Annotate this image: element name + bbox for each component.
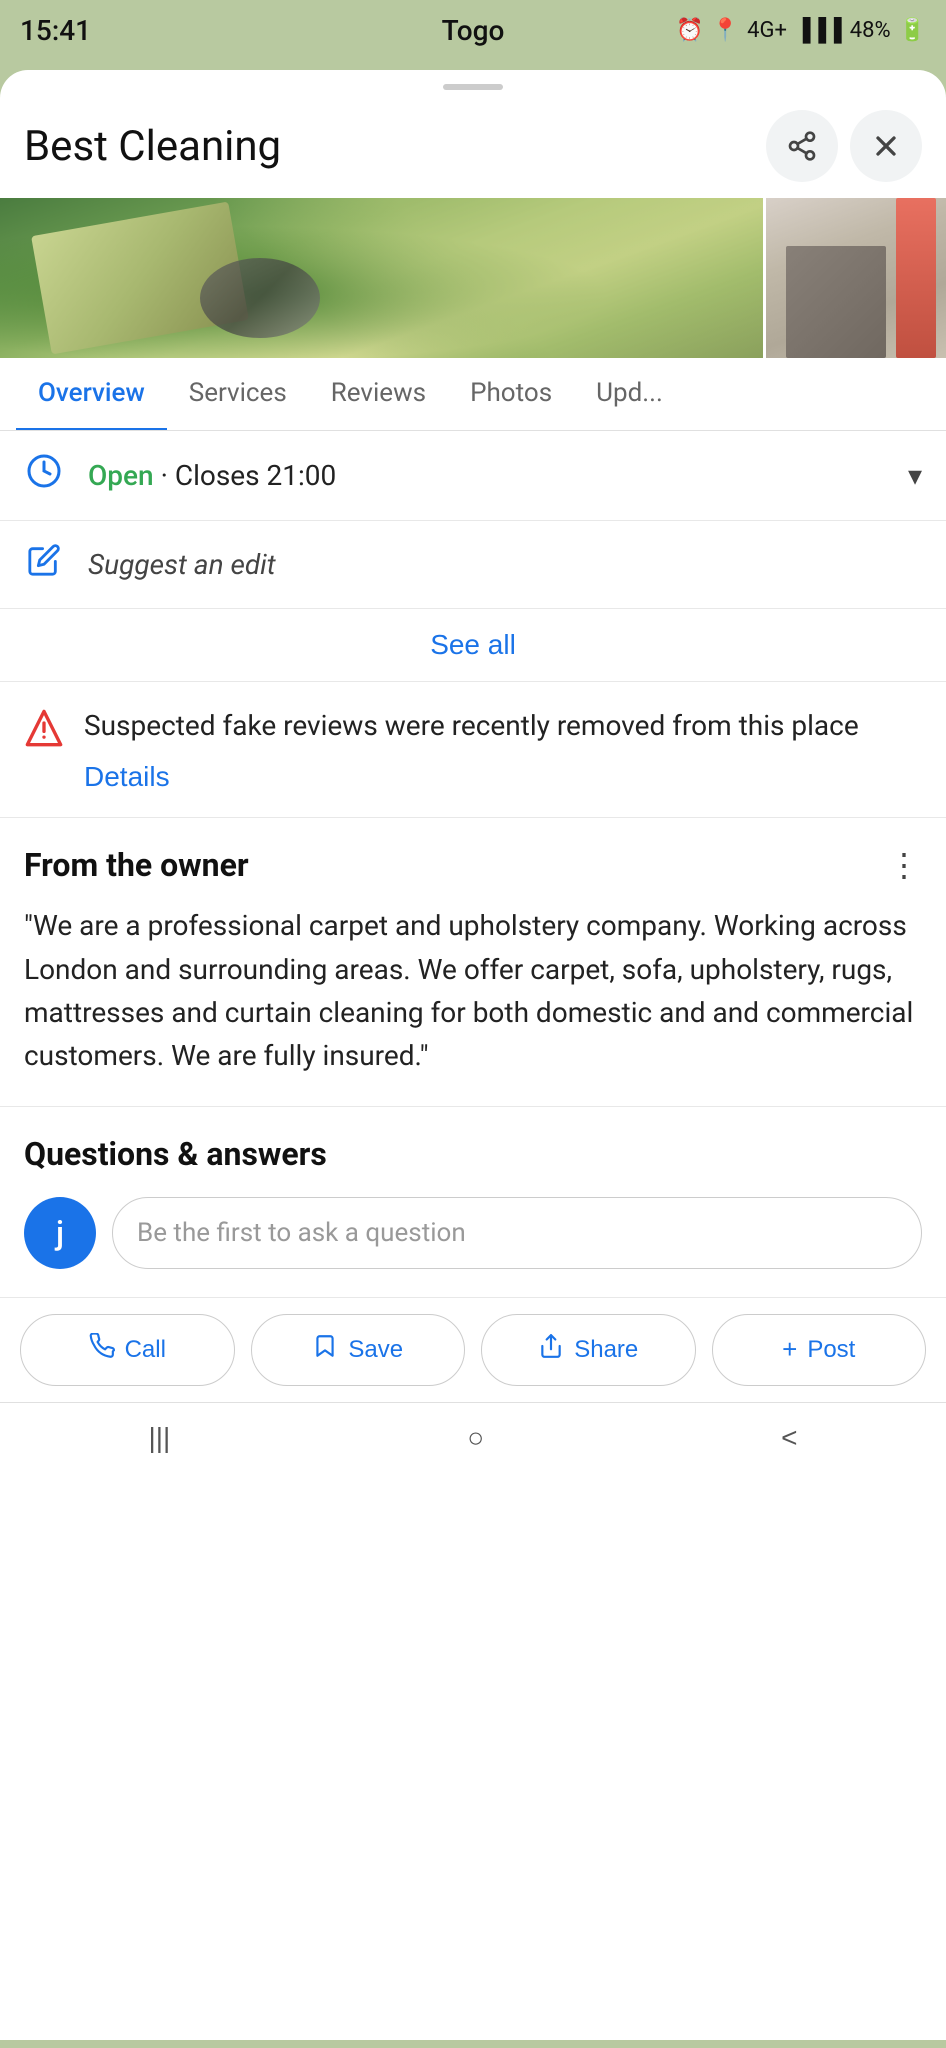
status-location: Togo (442, 14, 505, 47)
warning-text: Suspected fake reviews were recently rem… (84, 706, 922, 745)
call-label: Call (125, 1336, 166, 1364)
save-button[interactable]: Save (251, 1314, 466, 1386)
phone-icon (89, 1333, 115, 1366)
share-icon (538, 1333, 564, 1366)
location-icon: 📍 (712, 18, 739, 43)
place-card: Best Cleaning (0, 70, 946, 2040)
open-status: Open (88, 459, 154, 492)
qa-section: Questions & answers j Be the first to as… (0, 1107, 946, 1297)
signal-label: 4G+ (747, 18, 787, 43)
owner-header: From the owner ⋮ (24, 846, 922, 884)
suggest-edit-text: Suggest an edit (88, 548, 922, 581)
tab-updates[interactable]: Upd... (574, 358, 685, 431)
card-header: Best Cleaning (0, 90, 946, 198)
nav-menu-icon: ||| (148, 1422, 170, 1453)
photo-tile-left[interactable] (0, 198, 763, 358)
nav-home-button[interactable]: ○ (443, 1414, 508, 1462)
qa-section-title: Questions & answers (24, 1135, 922, 1173)
status-time: 15:41 (20, 14, 91, 47)
edit-icon (24, 543, 64, 586)
suggest-edit-label: Suggest an edit (88, 548, 276, 581)
share-action-label: Share (574, 1336, 638, 1364)
close-button[interactable] (850, 110, 922, 182)
battery-icon: 🔋 (899, 18, 926, 43)
avatar-letter: j (56, 1214, 64, 1252)
details-button[interactable]: Details (84, 761, 170, 809)
post-button[interactable]: + Post (712, 1314, 927, 1386)
ask-question-placeholder: Be the first to ask a question (137, 1218, 466, 1248)
owner-description: "We are a professional carpet and uphols… (24, 904, 922, 1078)
status-icons: ⏰ 📍 4G+ ▐▐▐ 48% 🔋 (676, 17, 926, 43)
call-button[interactable]: Call (20, 1314, 235, 1386)
photo-tile-right[interactable] (766, 198, 946, 358)
owner-section: From the owner ⋮ "We are a professional … (0, 818, 946, 1107)
post-label: Post (807, 1336, 855, 1364)
tab-overview[interactable]: Overview (16, 358, 167, 431)
bookmark-icon (312, 1333, 338, 1366)
tab-reviews[interactable]: Reviews (309, 358, 448, 431)
owner-section-title: From the owner (24, 846, 249, 884)
warning-triangle-icon (24, 708, 64, 757)
share-action-button[interactable]: Share (481, 1314, 696, 1386)
chevron-down-icon[interactable]: ▾ (908, 459, 922, 492)
plus-icon: + (782, 1334, 797, 1365)
see-all-button[interactable]: See all (430, 629, 516, 661)
user-avatar: j (24, 1197, 96, 1269)
tab-photos[interactable]: Photos (448, 358, 574, 431)
closes-time: · Closes 21:00 (161, 459, 337, 492)
more-options-button[interactable]: ⋮ (888, 846, 922, 884)
tab-services[interactable]: Services (167, 358, 309, 431)
nav-back-icon: < (781, 1422, 797, 1453)
battery-label: 48% (850, 18, 891, 43)
save-label: Save (348, 1336, 403, 1364)
ask-question-input[interactable]: Be the first to ask a question (112, 1197, 922, 1269)
nav-menu-button[interactable]: ||| (124, 1414, 194, 1462)
warning-content: Suspected fake reviews were recently rem… (84, 706, 922, 809)
status-bar: 15:41 Togo ⏰ 📍 4G+ ▐▐▐ 48% 🔋 (0, 0, 946, 60)
qa-input-row: j Be the first to ask a question (24, 1197, 922, 1269)
share-button[interactable] (766, 110, 838, 182)
clock-icon (24, 453, 64, 498)
hours-text: Open · Closes 21:00 (88, 459, 884, 492)
place-title: Best Cleaning (24, 122, 766, 171)
action-bar: Call Save Share + Post (0, 1297, 946, 1402)
nav-bar: ||| ○ < (0, 1402, 946, 1474)
nav-home-icon: ○ (467, 1422, 484, 1453)
alarm-icon: ⏰ (676, 18, 703, 43)
signal-bars-icon: ▐▐▐ (795, 17, 842, 43)
nav-back-button[interactable]: < (757, 1414, 821, 1462)
photo-strip[interactable] (0, 198, 946, 358)
header-actions (766, 110, 922, 182)
see-all-row[interactable]: See all (0, 609, 946, 682)
warning-box: Suspected fake reviews were recently rem… (0, 682, 946, 818)
suggest-edit-row[interactable]: Suggest an edit (0, 521, 946, 609)
tabs-bar: Overview Services Reviews Photos Upd... (0, 358, 946, 431)
hours-row[interactable]: Open · Closes 21:00 ▾ (0, 431, 946, 521)
